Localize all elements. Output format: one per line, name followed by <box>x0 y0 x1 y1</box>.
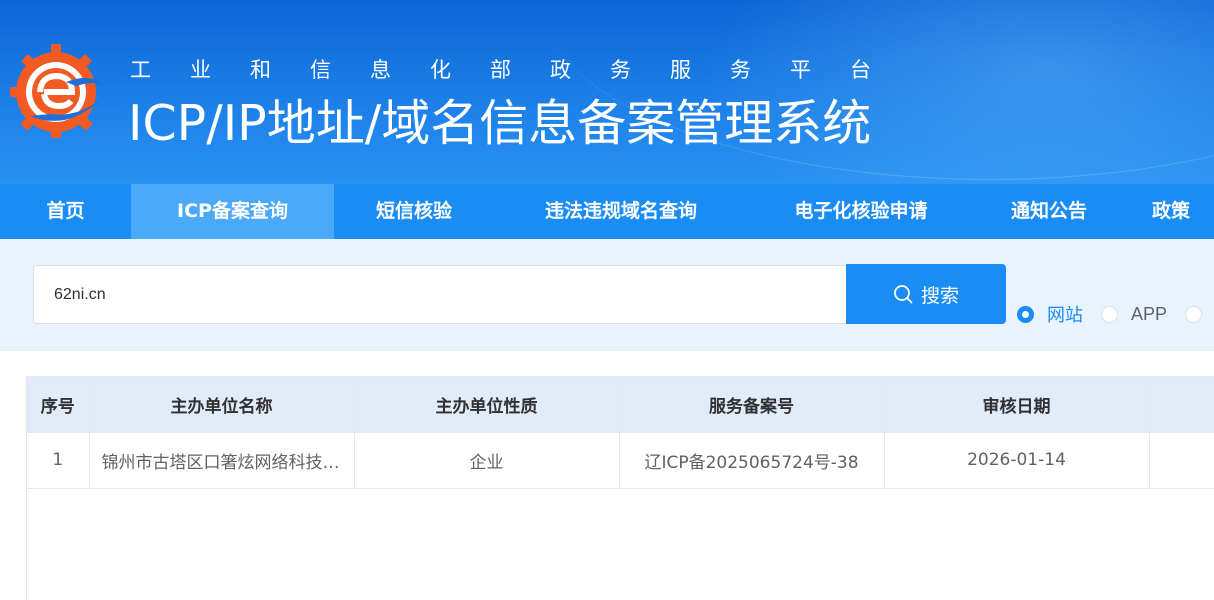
search-button-label: 搜索 <box>920 284 959 307</box>
col-header-record-no: 服务备案号 <box>619 377 885 433</box>
search-button[interactable]: 搜索 <box>846 264 1006 324</box>
nav-icp-query[interactable]: ICP备案查询 <box>131 184 334 239</box>
col-header-extra <box>1149 377 1214 433</box>
nav-sms-verify[interactable]: 短信核验 <box>334 184 494 239</box>
radio-other[interactable] <box>1185 305 1203 323</box>
nav-policy[interactable]: 政策 <box>1124 184 1214 239</box>
col-header-org-name: 主办单位名称 <box>89 377 355 433</box>
results-table: 序号 主办单位名称 主办单位性质 服务备案号 审核日期 1 锦州市古塔区口箸炫网… <box>26 376 1214 600</box>
nav-e-verify-apply[interactable]: 电子化核验申请 <box>748 184 974 239</box>
cell-record-no: 辽ICP备2025065724号-38 <box>619 432 885 489</box>
cell-audit-date: 2026-01-14 <box>884 432 1150 489</box>
main-nav: 首页 ICP备案查询 短信核验 违法违规域名查询 电子化核验申请 通知公告 政策 <box>0 184 1214 239</box>
cell-extra <box>1149 432 1214 489</box>
nav-home[interactable]: 首页 <box>0 184 131 239</box>
page-title: ICP/IP地址/域名信息备案管理系统 <box>128 95 872 152</box>
search-icon <box>894 285 913 304</box>
miit-logo-icon <box>10 44 104 138</box>
radio-app[interactable]: APP <box>1101 304 1167 325</box>
radio-website-label: 网站 <box>1047 305 1083 325</box>
cell-org-name: 锦州市古塔区口箸炫网络科技有限公司 <box>89 432 355 489</box>
col-header-index: 序号 <box>27 377 90 433</box>
search-panel: 搜索 网站 APP <box>0 239 1214 351</box>
radio-website[interactable]: 网站 <box>1017 301 1083 327</box>
nav-illegal-domain-query[interactable]: 违法违规域名查询 <box>494 184 748 239</box>
table-header-row: 序号 主办单位名称 主办单位性质 服务备案号 审核日期 <box>27 377 1214 433</box>
table-row[interactable]: 1 锦州市古塔区口箸炫网络科技有限公司 企业 辽ICP备2025065724号-… <box>27 432 1214 489</box>
col-header-audit-date: 审核日期 <box>884 377 1150 433</box>
cell-org-type: 企业 <box>354 432 620 489</box>
header-banner: 工业和信息化部政务服务平台 ICP/IP地址/域名信息备案管理系统 <box>0 0 1214 184</box>
radio-app-label: APP <box>1131 303 1168 324</box>
nav-notices[interactable]: 通知公告 <box>974 184 1124 239</box>
radio-checked-icon <box>1017 305 1034 323</box>
col-header-org-type: 主办单位性质 <box>354 377 620 433</box>
cell-index: 1 <box>27 432 90 489</box>
radio-unchecked-icon <box>1101 305 1118 323</box>
radio-unchecked-icon <box>1185 305 1203 323</box>
platform-subtitle: 工业和信息化部政务服务平台 <box>130 58 910 82</box>
search-type-group: 网站 APP <box>1017 301 1214 327</box>
search-input[interactable] <box>33 265 847 324</box>
